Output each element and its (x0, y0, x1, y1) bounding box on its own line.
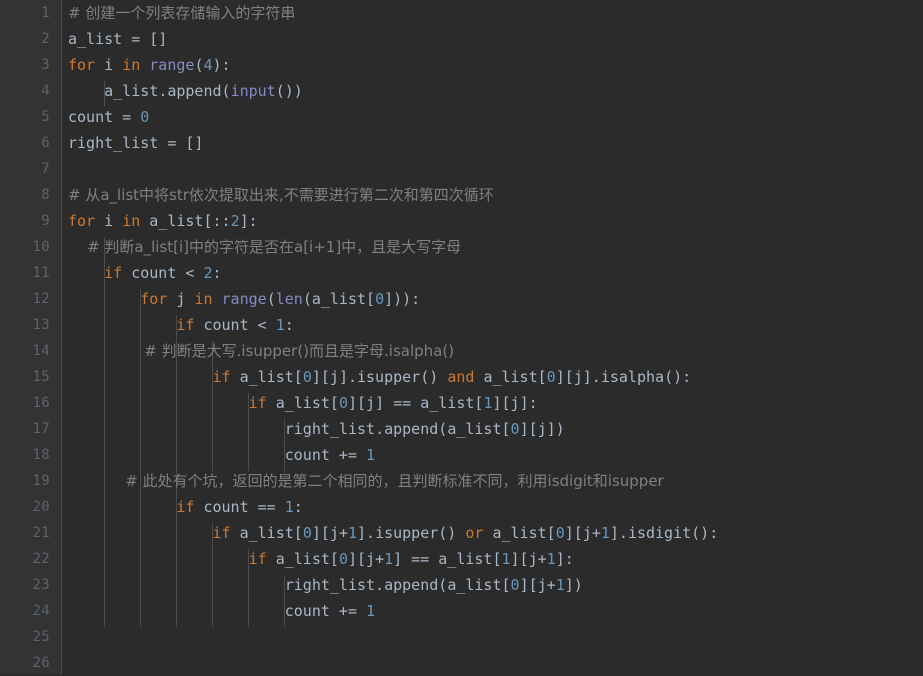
line-number: 1 (41, 5, 50, 21)
code-line[interactable]: # 判断a_list[i]中的字符是否在a[i+1]中，且是大写字母 (62, 234, 923, 260)
line-number: 8 (41, 187, 50, 203)
line-number: 14 (32, 343, 50, 359)
line-number: 21 (32, 525, 50, 541)
code-line[interactable]: count = 0 (62, 104, 923, 130)
code-line-text: right_list = [] (68, 134, 204, 152)
code-line[interactable]: if a_list[0][j+1].isupper() or a_list[0]… (62, 520, 923, 546)
line-number: 11 (32, 265, 50, 281)
code-line-text: right_list.append(a_list[0][j+1]) (284, 576, 583, 594)
code-line-text: if a_list[0][j] == a_list[1][j]: (248, 394, 538, 412)
code-line[interactable]: right_list.append(a_list[0][j]) (62, 416, 923, 442)
line-number: 13 (32, 317, 50, 333)
editor-gutter[interactable]: 1 2 3 4 5 6 7 8 9 10 11 12 13 14 15 16 17 18 19 20 21 22 23 24 2… (0, 0, 72, 676)
code-line[interactable]: if count == 1: (62, 494, 923, 520)
code-line[interactable]: count += 1 (62, 598, 923, 624)
code-line-text: a_list.append(input()) (104, 82, 303, 100)
code-line-text: # 从a_list中将str依次提取出来,不需要进行第二次和第四次循环 (68, 186, 494, 204)
code-text-area[interactable]: # 创建一个列表存储输入的字符串 a_list = [] for i in rang… (62, 0, 923, 674)
code-line-text: for i in range(4): (68, 56, 231, 74)
code-line[interactable]: # 创建一个列表存储输入的字符串 (62, 0, 923, 26)
line-number: 3 (41, 57, 50, 73)
line-number: 16 (32, 395, 50, 411)
code-line-text: # 判断a_list[i]中的字符是否在a[i+1]中，且是大写字母 (68, 238, 462, 256)
code-line[interactable]: right_list = [] (62, 130, 923, 156)
code-line[interactable]: if a_list[0][j] == a_list[1][j]: (62, 390, 923, 416)
line-number: 26 (32, 655, 50, 671)
code-line[interactable]: a_list = [] (62, 26, 923, 52)
line-number: 10 (32, 239, 50, 255)
code-line-text: count += 1 (284, 446, 376, 464)
code-line[interactable]: if a_list[0][j].isupper() and a_list[0][… (62, 364, 923, 390)
code-line-text: if count < 2: (104, 264, 222, 282)
line-number: 6 (41, 135, 50, 151)
line-number: 7 (41, 161, 50, 177)
code-line-text: # 判断是大写.isupper()而且是字母.isalpha() (68, 342, 455, 360)
code-line-text: count = 0 (68, 108, 150, 126)
code-line-text: for j in range(len(a_list[0])): (140, 290, 421, 308)
code-line[interactable]: a_list.append(input()) (62, 78, 923, 104)
line-number: 9 (41, 213, 50, 229)
line-number-column: 1 2 3 4 5 6 7 8 9 10 11 12 13 14 15 16 17 18 19 20 21 22 23 24 2… (0, 0, 62, 676)
line-number: 4 (41, 83, 50, 99)
line-number: 17 (32, 421, 50, 437)
code-line-text: if a_list[0][j+1] == a_list[1][j+1]: (248, 550, 574, 568)
code-line[interactable]: count += 1 (62, 442, 923, 468)
code-line[interactable]: for i in range(4): (62, 52, 923, 78)
code-lines-container[interactable]: # 创建一个列表存储输入的字符串 a_list = [] for i in rang… (62, 0, 923, 674)
code-line-text: for i in a_list[::2]: (68, 212, 258, 230)
code-line-text: if count == 1: (176, 498, 303, 516)
code-line[interactable]: if count < 1: (62, 312, 923, 338)
code-line[interactable]: # 此处有个坑，返回的是第二个相同的，且判断标准不同，利用isdigit和isu… (62, 468, 923, 494)
line-number: 12 (32, 291, 50, 307)
code-line[interactable]: for j in range(len(a_list[0])): (62, 286, 923, 312)
code-line-text: right_list.append(a_list[0][j]) (284, 420, 565, 438)
code-line[interactable]: # 从a_list中将str依次提取出来,不需要进行第二次和第四次循环 (62, 182, 923, 208)
line-number: 18 (32, 447, 50, 463)
code-line[interactable]: # 判断是大写.isupper()而且是字母.isalpha() (62, 338, 923, 364)
line-number: 22 (32, 551, 50, 567)
line-number: 19 (32, 473, 50, 489)
code-line-text: if a_list[0][j+1].isupper() or a_list[0]… (212, 524, 719, 542)
code-line-text: if count < 1: (176, 316, 294, 334)
line-number: 20 (32, 499, 50, 515)
code-line[interactable] (62, 650, 923, 674)
line-number: 2 (41, 31, 50, 47)
code-line-text: # 创建一个列表存储输入的字符串 (68, 4, 296, 22)
code-line[interactable]: if a_list[0][j+1] == a_list[1][j+1]: (62, 546, 923, 572)
code-line[interactable] (62, 624, 923, 650)
code-editor: 1 2 3 4 5 6 7 8 9 10 11 12 13 14 15 16 17 18 19 20 21 22 23 24 2… (0, 0, 923, 674)
code-line-text: if a_list[0][j].isupper() and a_list[0][… (212, 368, 692, 386)
line-number: 23 (32, 577, 50, 593)
code-line[interactable]: if count < 2: (62, 260, 923, 286)
code-line-text: count += 1 (284, 602, 376, 620)
line-number: 5 (41, 109, 50, 125)
code-line[interactable]: right_list.append(a_list[0][j+1]) (62, 572, 923, 598)
code-line[interactable] (62, 156, 923, 182)
line-number: 25 (32, 629, 50, 645)
line-number: 15 (32, 369, 50, 385)
code-line[interactable]: for i in a_list[::2]: (62, 208, 923, 234)
code-line-text: # 此处有个坑，返回的是第二个相同的，且判断标准不同，利用isdigit和isu… (68, 472, 664, 490)
line-number: 24 (32, 603, 50, 619)
code-line-text: a_list = [] (68, 30, 168, 48)
